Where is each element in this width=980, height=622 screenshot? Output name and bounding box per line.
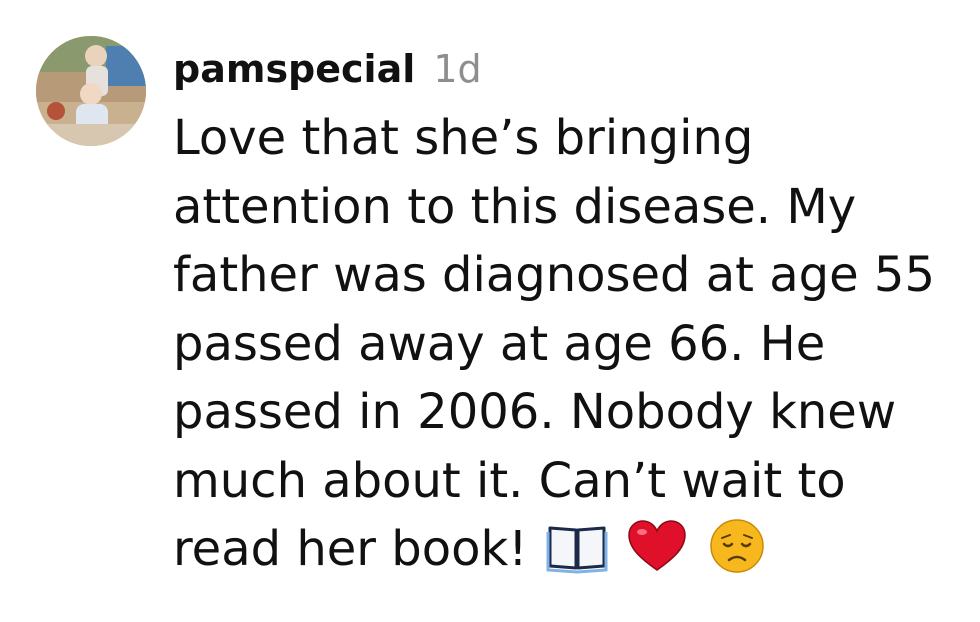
comment-line: passed away at age 66. He (173, 315, 826, 372)
avatar[interactable] (36, 36, 146, 146)
username[interactable]: pamspecial (173, 47, 415, 91)
comment-line: passed in 2006. Nobody knew (173, 384, 897, 440)
disappointed-face-icon (706, 518, 768, 574)
open-book-icon (546, 518, 608, 574)
comment: pamspecial 1d Love that she’s bringing a… (0, 0, 980, 622)
comment-header: pamspecial 1d (173, 44, 482, 94)
comment-text: Love that she’s bringing attention to th… (173, 104, 963, 584)
red-heart-icon (626, 518, 688, 574)
comment-line-text: read her book! (173, 521, 528, 577)
comment-line: Love that she’s bringing (173, 110, 754, 166)
comment-line: much about it. Can’t wait to (173, 452, 846, 509)
timestamp[interactable]: 1d (433, 47, 481, 91)
comment-line-last: read her book! (173, 515, 963, 584)
comment-line: attention to this disease. My (173, 178, 857, 235)
avatar-photo (36, 36, 146, 146)
comment-line: father was diagnosed at age 55 (173, 247, 935, 303)
